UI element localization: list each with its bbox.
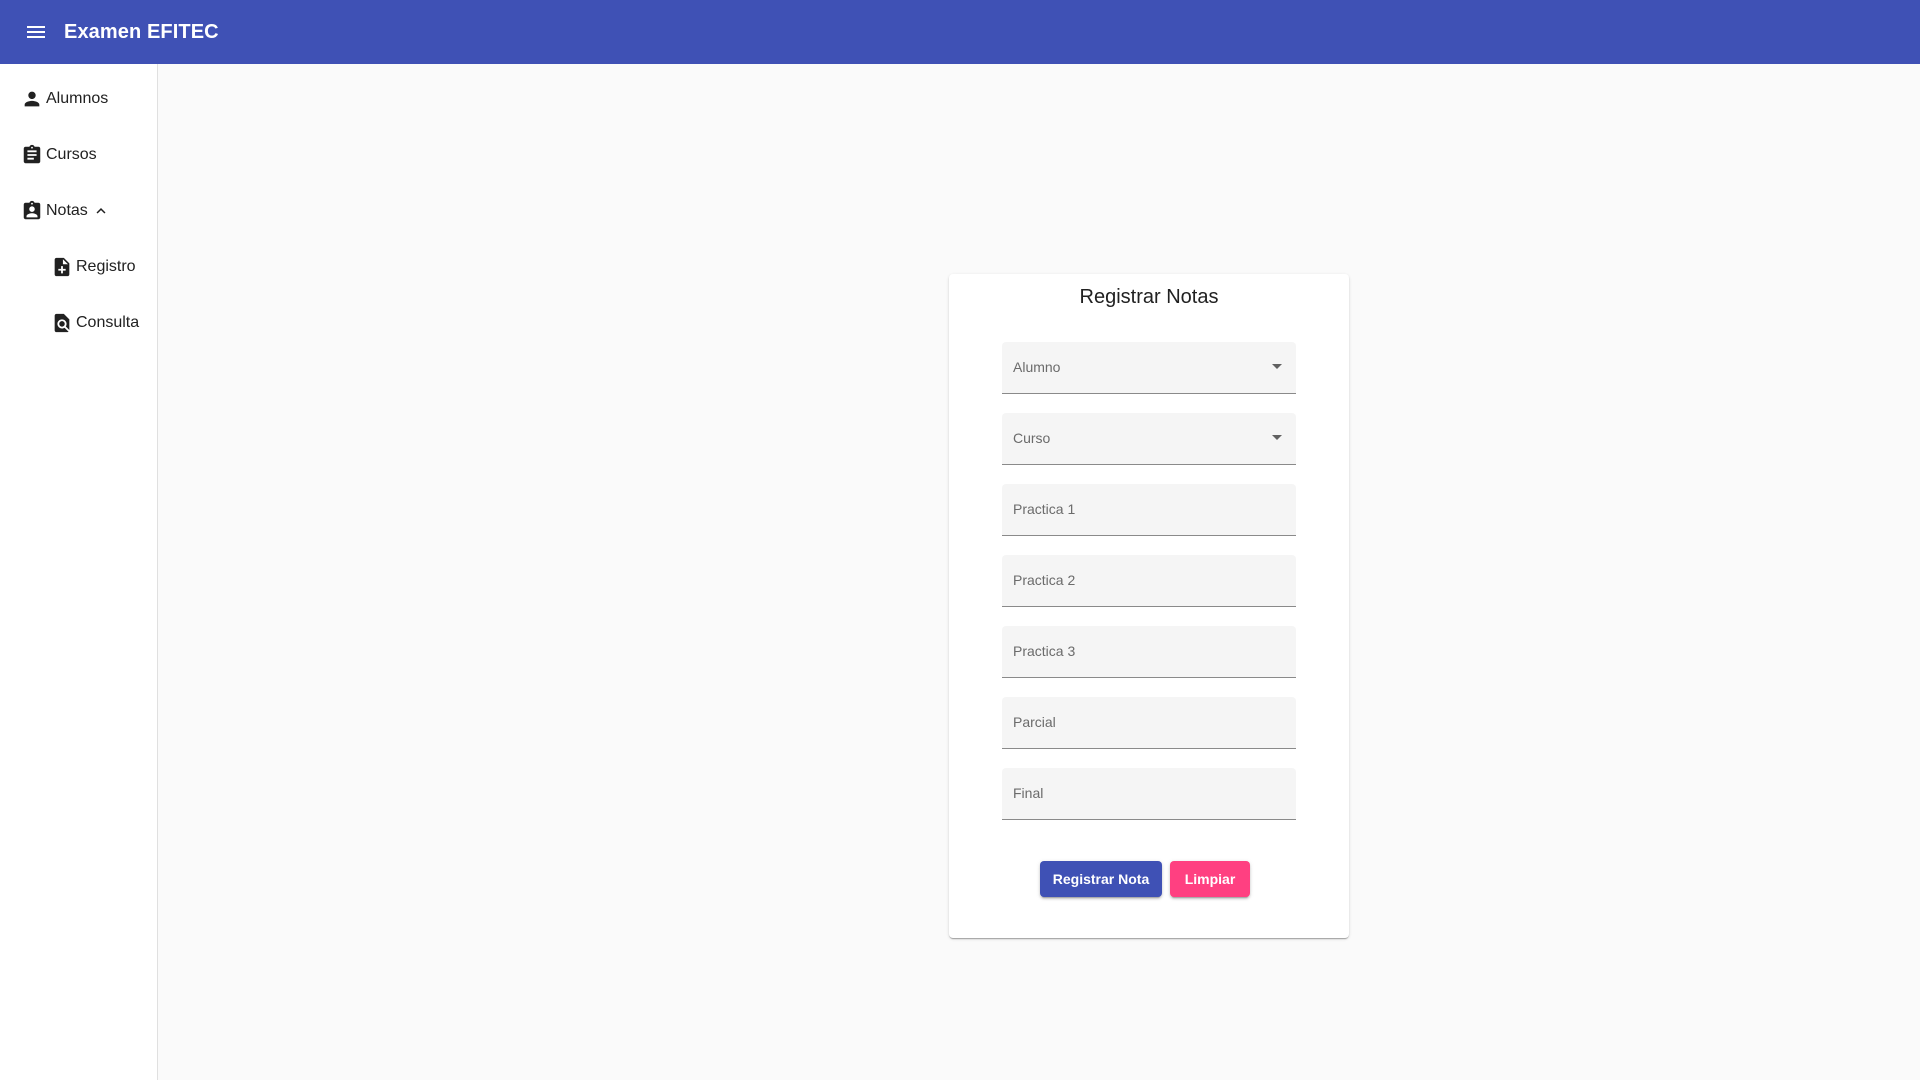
dropdown-arrow-icon — [1272, 435, 1282, 440]
chevron-up-icon — [92, 202, 110, 220]
sidebar-item-consulta[interactable]: Consulta — [50, 303, 139, 343]
find-in-page-icon — [50, 311, 74, 335]
note-add-icon — [50, 255, 74, 279]
sidebar-item-label: Alumnos — [46, 90, 109, 107]
final-input[interactable] — [1002, 768, 1296, 819]
sidebar-item-cursos[interactable]: Cursos — [20, 135, 97, 175]
registrar-nota-button[interactable]: Registrar Nota — [1040, 861, 1162, 897]
practica3-input[interactable] — [1002, 626, 1296, 677]
parcial-input[interactable] — [1002, 697, 1296, 748]
sidebar-item-alumnos[interactable]: Alumnos — [20, 79, 108, 119]
final-field[interactable]: Final — [1002, 768, 1296, 820]
main-content: Registrar Notas Alumno Curso Practica 1 … — [158, 64, 1920, 1080]
practica2-field[interactable]: Practica 2 — [1002, 555, 1296, 607]
practica1-input[interactable] — [1002, 484, 1296, 535]
dropdown-arrow-icon — [1272, 364, 1282, 369]
curso-select[interactable]: Curso — [1002, 413, 1296, 465]
sidebar-item-registro[interactable]: Registro — [50, 247, 136, 287]
registrar-notas-card: Registrar Notas Alumno Curso Practica 1 … — [949, 274, 1349, 938]
alumno-label: Alumno — [1013, 359, 1061, 375]
sidebar-item-label: Consulta — [76, 314, 140, 331]
practica2-input[interactable] — [1002, 555, 1296, 606]
sidebar-item-label: Registro — [76, 258, 136, 275]
person-icon — [20, 87, 44, 111]
sidebar-item-label: Notas — [46, 202, 88, 219]
practica1-field[interactable]: Practica 1 — [1002, 484, 1296, 536]
assignment-ind-icon — [20, 199, 44, 223]
sidebar: Alumnos Cursos Notas Registro Consulta — [0, 64, 158, 1080]
practica3-field[interactable]: Practica 3 — [1002, 626, 1296, 678]
alumno-select[interactable]: Alumno — [1002, 342, 1296, 394]
menu-icon — [27, 26, 45, 38]
menu-button[interactable] — [16, 12, 56, 52]
limpiar-button[interactable]: Limpiar — [1170, 861, 1250, 897]
top-toolbar: Examen EFITEC — [0, 0, 1920, 64]
parcial-field[interactable]: Parcial — [1002, 697, 1296, 749]
curso-label: Curso — [1013, 430, 1051, 446]
assignment-icon — [20, 143, 44, 167]
sidebar-item-label: Cursos — [46, 146, 97, 163]
app-title: Examen EFITEC — [64, 20, 219, 43]
sidebar-item-notas[interactable]: Notas — [20, 191, 110, 231]
form-title: Registrar Notas — [1079, 286, 1219, 308]
